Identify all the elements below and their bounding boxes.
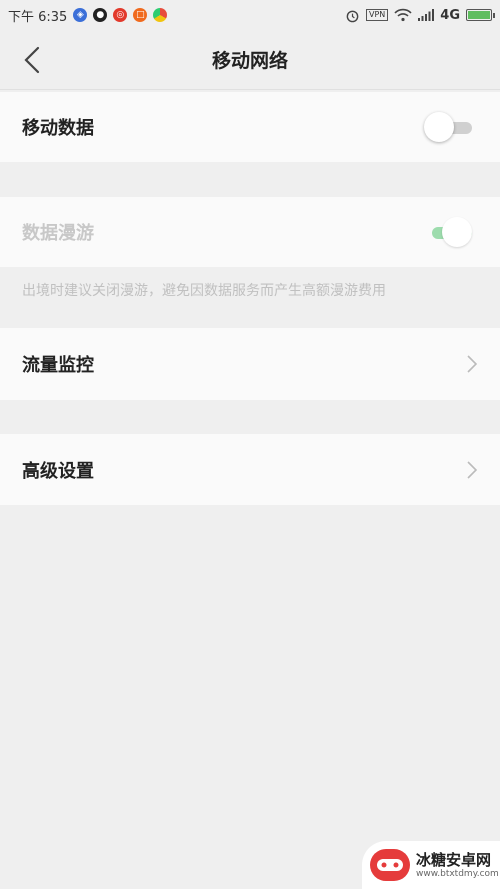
title-bar: 移动网络 [0, 30, 500, 90]
roaming-hint: 出境时建议关闭漫游，避免因数据服务而产生高额漫游费用 [22, 283, 386, 299]
data-roaming-label: 数据漫游 [22, 223, 94, 244]
chevron-right-icon [467, 460, 478, 479]
mobile-data-toggle[interactable] [424, 112, 472, 142]
toggle-knob [424, 112, 454, 142]
alarm-icon [346, 10, 359, 22]
back-button[interactable] [14, 42, 50, 78]
status-time: 下午 6:35 [8, 9, 68, 25]
watermark-text: 冰糖安卓网 www.btxtdmy.com [416, 851, 499, 880]
vpn-badge: VPN [366, 9, 389, 21]
row-data-roaming[interactable]: 数据漫游 [0, 197, 500, 267]
row-advanced-settings[interactable]: 高级设置 [0, 434, 500, 505]
app-icon: □ [133, 8, 148, 22]
status-right: VPN 4G [345, 7, 495, 23]
watermark-name: 冰糖安卓网 [416, 850, 492, 869]
watermark-url: www.btxtdmy.com [416, 868, 499, 879]
battery-level [468, 11, 490, 19]
watermark-logo-icon [370, 849, 410, 881]
toggle-knob [442, 217, 472, 247]
chrome-icon [153, 8, 168, 22]
data-roaming-toggle[interactable] [424, 217, 472, 247]
mobile-data-label: 移动数据 [22, 118, 94, 139]
status-bar: 下午 6:35 ◈ ● ◎ □ VPN 4G [0, 0, 500, 30]
back-icon [24, 46, 40, 74]
row-traffic-monitor[interactable]: 流量监控 [0, 328, 500, 400]
network-type: 4G [440, 7, 460, 23]
shield-icon: ◈ [73, 8, 88, 22]
traffic-monitor-label: 流量监控 [22, 355, 94, 376]
status-left: 下午 6:35 ◈ ● ◎ □ [8, 6, 168, 25]
wifi-icon [394, 8, 412, 22]
battery-icon [466, 9, 495, 21]
page-title: 移动网络 [211, 50, 288, 72]
signal-icon [418, 9, 435, 21]
watermark: 冰糖安卓网 www.btxtdmy.com [362, 841, 500, 889]
chevron-right-icon [467, 355, 478, 373]
row-mobile-data[interactable]: 移动数据 [0, 92, 500, 162]
qq-icon: ● [93, 8, 108, 22]
weibo-icon: ◎ [113, 8, 128, 22]
advanced-settings-label: 高级设置 [22, 460, 94, 482]
